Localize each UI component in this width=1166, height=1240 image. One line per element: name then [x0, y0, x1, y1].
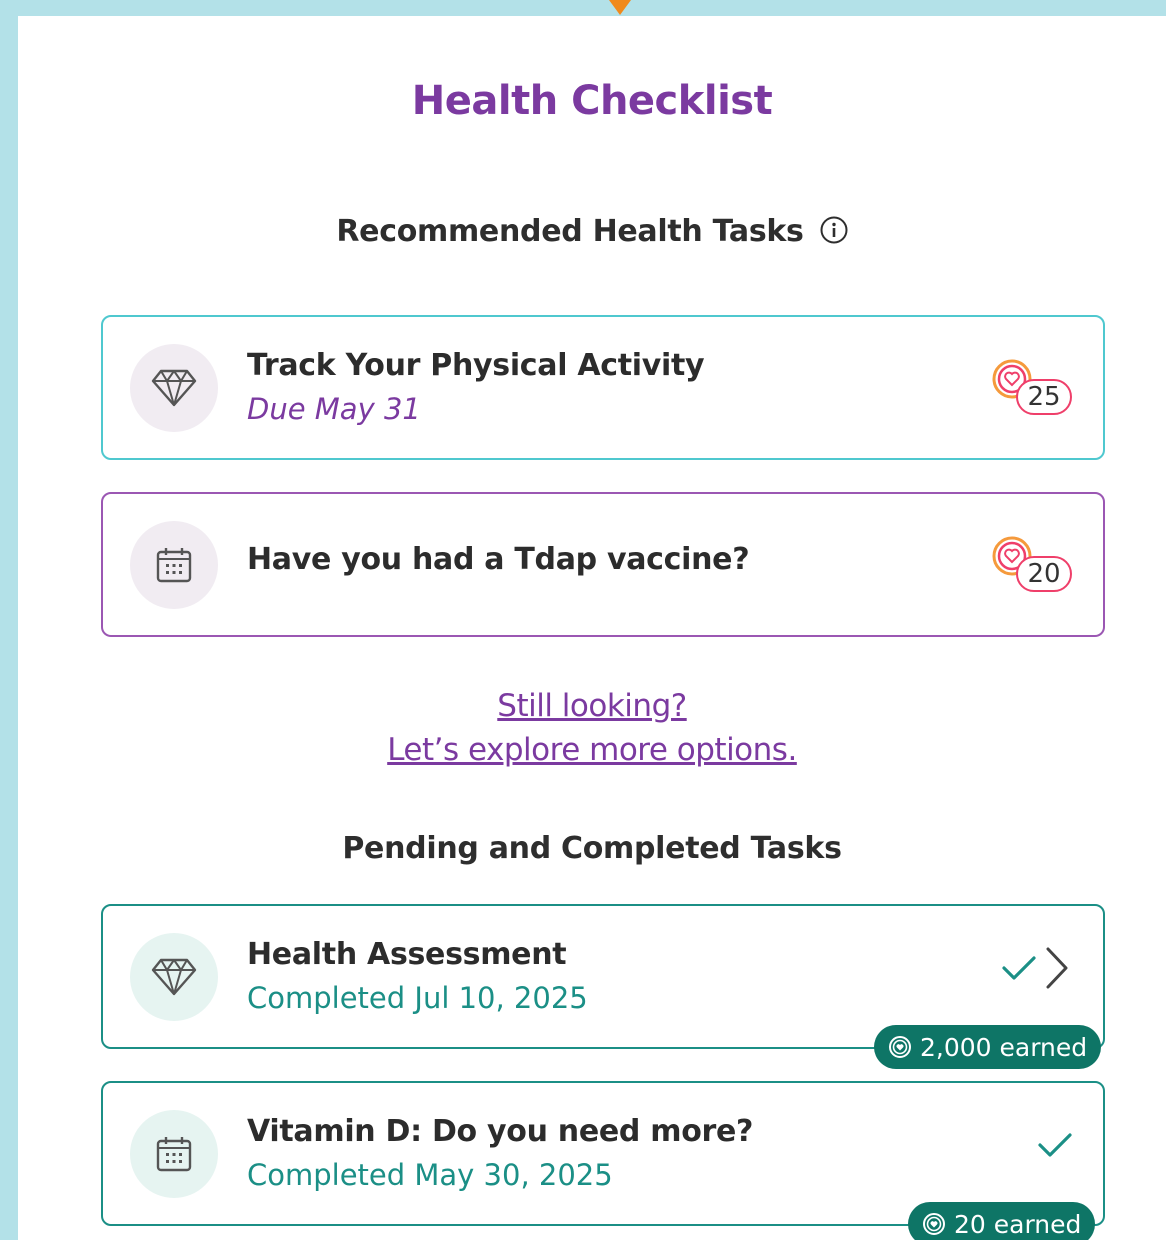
checkmark-icon [1002, 956, 1036, 980]
task-completed-date: Completed Jul 10, 2025 [247, 981, 588, 1015]
task-completed-date: Completed May 30, 2025 [247, 1158, 613, 1192]
recommended-tasks-heading-label: Recommended Health Tasks [336, 214, 804, 249]
task-card-tdap-vaccine[interactable]: Have you had a Tdap vaccine? 20 [101, 492, 1105, 637]
points-value: 25 [1016, 379, 1072, 415]
calendar-icon [156, 548, 192, 583]
points-badge: 20 [992, 536, 1076, 596]
pending-tasks-heading: Pending and Completed Tasks [342, 831, 842, 866]
heart-coin-icon [923, 1213, 945, 1235]
earned-label: 20 earned [954, 1209, 1082, 1239]
earned-label: 2,000 earned [920, 1032, 1088, 1062]
task-title: Track Your Physical Activity [247, 348, 705, 383]
checkmark-icon [1038, 1133, 1072, 1157]
task-icon-circle [130, 344, 218, 432]
top-pointer-arrow [609, 0, 631, 15]
task-icon-circle [130, 521, 218, 609]
calendar-icon [156, 1137, 192, 1172]
health-checklist-panel: Health Checklist Recommended Health Task… [18, 16, 1166, 1240]
task-icon-circle [130, 1110, 218, 1198]
task-title: Have you had a Tdap vaccine? [247, 542, 750, 577]
task-due-date: Due May 31 [247, 392, 421, 426]
diamond-icon [151, 369, 197, 407]
heart-coin-icon [889, 1036, 911, 1058]
still-looking-link[interactable]: Still looking? [18, 684, 1166, 728]
task-title: Vitamin D: Do you need more? [247, 1114, 754, 1149]
info-icon[interactable] [820, 216, 848, 244]
diamond-icon [151, 958, 197, 996]
earned-badge: 2,000 earned [874, 1025, 1102, 1069]
chevron-right-icon[interactable] [1045, 946, 1069, 990]
explore-options-link[interactable]: Let’s explore more options. [18, 728, 1166, 772]
task-title: Health Assessment [247, 937, 567, 972]
explore-links: Still looking? Let’s explore more option… [18, 684, 1166, 772]
task-card-physical-activity[interactable]: Track Your Physical Activity Due May 31 … [101, 315, 1105, 460]
recommended-tasks-heading: Recommended Health Tasks [18, 214, 1166, 249]
points-badge: 25 [992, 359, 1076, 419]
task-icon-circle [130, 933, 218, 1021]
points-value: 20 [1016, 556, 1072, 592]
page-title: Health Checklist [411, 78, 773, 124]
earned-badge: 20 earned [908, 1202, 1096, 1240]
